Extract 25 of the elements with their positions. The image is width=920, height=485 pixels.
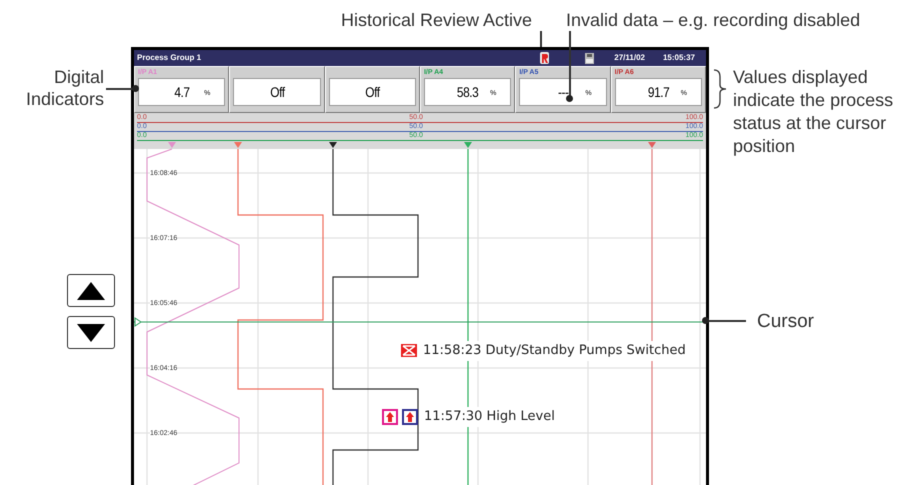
- indicator-value: Off: [270, 82, 284, 102]
- event-message: 11:57:30 High Level: [424, 407, 555, 426]
- indicator-value: 91.7: [648, 82, 670, 102]
- leader-line: [106, 88, 134, 90]
- callout-text: Digital Indicators: [24, 66, 104, 110]
- callout-text: Invalid data – e.g. recording disabled: [566, 9, 860, 32]
- event-message: 11:58:23 Duty/Standby Pumps Switched: [423, 341, 686, 360]
- indicator-value: Off: [365, 82, 380, 102]
- down-triangle-icon: [77, 324, 105, 342]
- indicator-value: 4.7: [174, 82, 190, 102]
- indicator-value: ---: [558, 82, 568, 102]
- date-text: 27/11/02: [614, 52, 645, 64]
- historical-review-icon: [540, 52, 550, 64]
- callout-text: Cursor: [757, 310, 814, 334]
- scroll-down-button[interactable]: [67, 316, 115, 349]
- callout-text: Values displayed indicate the process status at the cursor position: [733, 66, 894, 158]
- indicator-value: 58.3: [456, 82, 478, 102]
- up-triangle-icon: [77, 282, 105, 300]
- scroll-up-button[interactable]: [67, 274, 115, 307]
- callout-text: Historical Review Active: [341, 9, 532, 32]
- leader-line: [569, 31, 571, 98]
- alarm-switch-icon: [401, 344, 417, 358]
- time-text: 15:05:37: [662, 52, 695, 64]
- brace-icon: [712, 69, 728, 109]
- window-title: Process Group 1: [137, 52, 202, 64]
